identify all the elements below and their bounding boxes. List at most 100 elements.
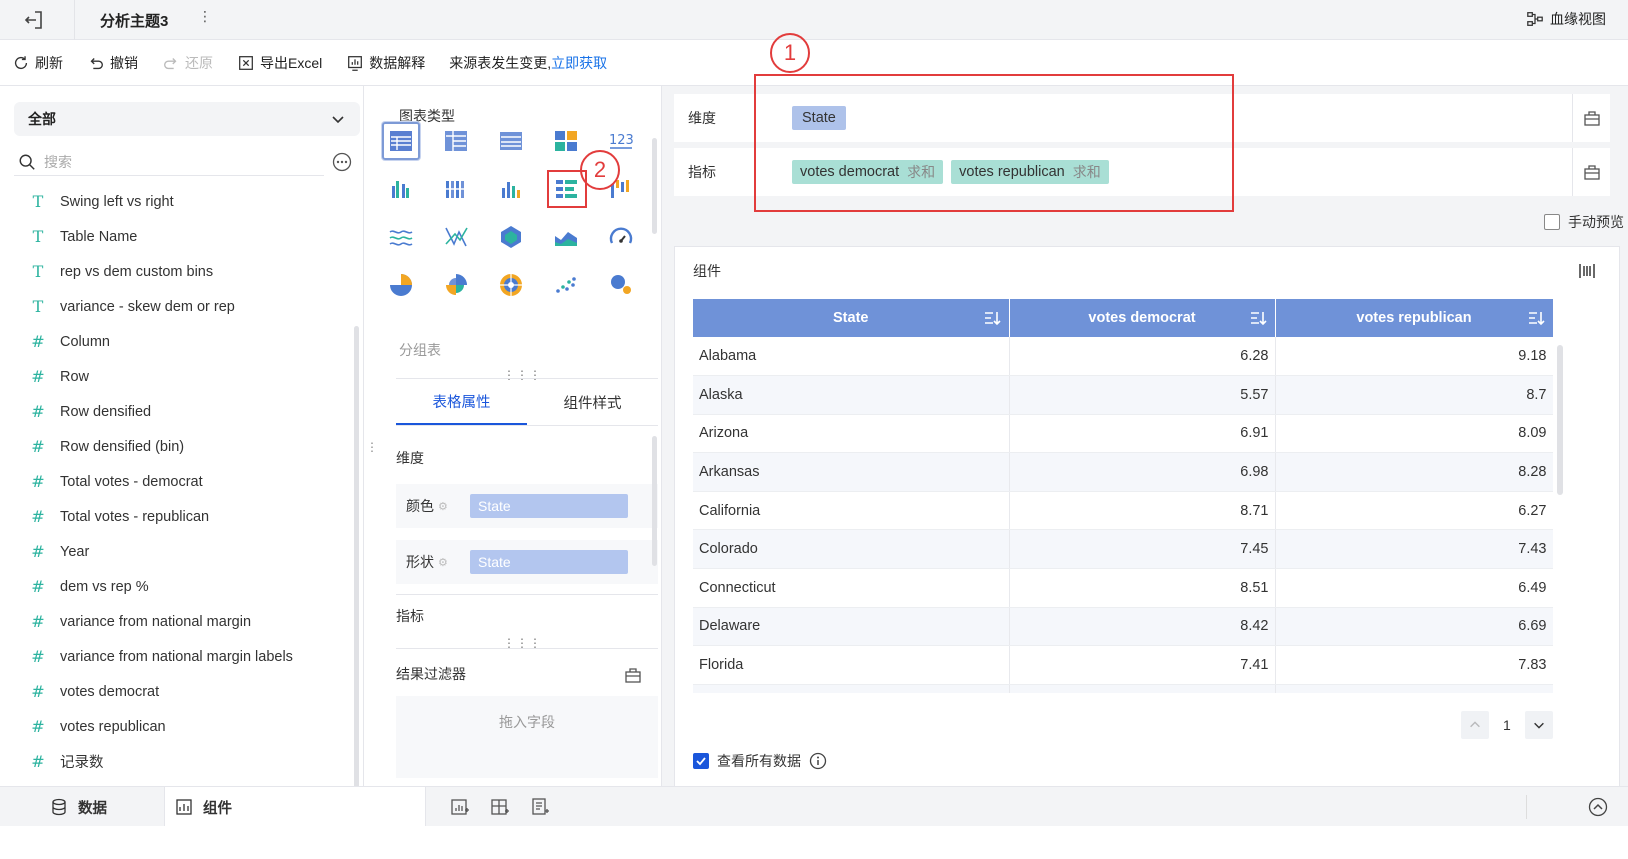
color-field-chip[interactable]: State (470, 494, 628, 518)
field-item[interactable]: Tvariance - skew dem or rep (30, 289, 350, 324)
shelf-settings-icon[interactable] (1572, 94, 1610, 142)
scatter-icon (556, 277, 576, 293)
data-explain-button[interactable]: 数据解释 (346, 53, 425, 73)
redo-button[interactable]: 还原 (162, 53, 213, 73)
field-item[interactable]: # Column (30, 324, 350, 359)
data-tab-label: 数据 (78, 800, 107, 817)
chart-type-kpi-card[interactable] (549, 124, 583, 158)
field-item[interactable]: # variance from national margin labels (30, 639, 350, 674)
manual-preview-checkbox[interactable] (1544, 214, 1560, 230)
field-item[interactable]: # 记录数 (30, 744, 350, 779)
table-chart-icon (390, 131, 412, 151)
sort-icon[interactable] (1527, 309, 1545, 327)
exit-icon[interactable] (22, 8, 46, 32)
chart-type-gauge[interactable] (604, 220, 638, 254)
chart-type-bar[interactable] (494, 172, 528, 206)
field-item[interactable]: T Swing left vs right (30, 184, 350, 219)
chart-type-bubble[interactable] (604, 268, 638, 302)
view-all-checkbox[interactable] (693, 753, 709, 769)
field-item[interactable]: # Row (30, 359, 350, 394)
manual-preview-toggle[interactable]: 手动预览 (1544, 212, 1624, 232)
field-name: votes democrat (60, 683, 160, 700)
tab-table-properties[interactable]: 表格属性 (396, 379, 527, 425)
more-options-icon[interactable] (332, 152, 352, 172)
search-input[interactable] (44, 153, 304, 170)
chevron-down-icon (332, 116, 344, 124)
chart-type-area[interactable] (549, 220, 583, 254)
field-item[interactable]: Trep vs dem custom bins (30, 254, 350, 289)
add-table-icon[interactable] (490, 797, 510, 817)
fetch-now-link[interactable]: 立即获取 (551, 55, 607, 71)
collapse-up-icon[interactable] (1588, 797, 1608, 817)
field-item[interactable]: # Year (30, 534, 350, 569)
filter-settings-icon[interactable] (624, 666, 642, 684)
config-tabs: 表格属性 组件样式 (396, 378, 658, 426)
value-cell: 6.28 (1009, 337, 1276, 377)
refresh-button[interactable]: 刷新 (12, 53, 63, 73)
prev-page-button[interactable] (1461, 711, 1489, 739)
chart-type-name: 分组表 (399, 342, 441, 358)
lineage-view-button[interactable]: 血缘视图 (1526, 9, 1606, 29)
chart-type-sunburst[interactable] (494, 268, 528, 302)
table-row: Arkansas 6.98 8.28 (693, 452, 1553, 492)
page-size-dropdown[interactable] (1524, 711, 1553, 739)
column-header[interactable]: State (693, 299, 1010, 337)
table-row: Colorado 7.45 7.43 (693, 529, 1553, 570)
bottom-tab-component[interactable]: 组件 (164, 787, 426, 827)
table-row (693, 684, 1553, 693)
tab-component-style[interactable]: 组件样式 (527, 379, 658, 425)
cross-line-icon (445, 227, 468, 247)
scope-select[interactable]: 全部 (14, 102, 360, 136)
chart-type-stacked-bar[interactable] (439, 172, 473, 206)
filter-drop-zone[interactable]: 拖入字段 (396, 696, 658, 778)
add-chart-icon[interactable] (450, 797, 470, 817)
field-name: variance from national margin (60, 613, 252, 630)
color-label: 颜色 ⚙ (406, 498, 448, 514)
settings-icon[interactable]: ⚙ (438, 500, 448, 513)
field-item[interactable]: # Total votes - republican (30, 499, 350, 534)
scrollbar[interactable] (354, 326, 359, 796)
settings-icon[interactable]: ⚙ (438, 556, 448, 569)
export-excel-button[interactable]: 导出Excel (237, 53, 322, 73)
field-item[interactable]: # votes democrat (30, 674, 350, 709)
lineage-icon (1527, 12, 1543, 26)
chart-type-detail[interactable] (494, 124, 528, 158)
chart-type-cross-line[interactable] (439, 220, 473, 254)
column-header[interactable]: votes republican (1275, 299, 1553, 337)
add-text-icon[interactable] (530, 797, 550, 817)
chart-type-scatter[interactable] (549, 268, 583, 302)
sort-icon[interactable] (983, 309, 1001, 327)
view-all-data-toggle[interactable]: 查看所有数据 (693, 751, 827, 771)
undo-button[interactable]: 撤销 (87, 53, 138, 73)
field-item[interactable]: # Total votes - democrat (30, 464, 350, 499)
chart-type-radar[interactable] (494, 220, 528, 254)
field-item[interactable]: # votes republican (30, 709, 350, 744)
field-item[interactable]: # Row densified (bin) (30, 429, 350, 464)
search-icon (19, 154, 35, 170)
column-header[interactable]: votes democrat (1009, 299, 1276, 337)
column-width-icon[interactable] (1577, 261, 1597, 281)
shape-property-row: 形状 ⚙ State (396, 540, 658, 584)
chart-type-rose[interactable] (439, 268, 473, 302)
pagination: 1 (1461, 711, 1553, 739)
scrollbar[interactable] (1557, 345, 1563, 495)
chart-type-pivot[interactable] (439, 124, 473, 158)
annotation-box-shelves (754, 74, 1234, 212)
chart-type-table[interactable] (382, 122, 420, 160)
field-item[interactable]: T Table Name (30, 219, 350, 254)
field-item[interactable]: # variance from national margin (30, 604, 350, 639)
scrollbar[interactable] (652, 436, 657, 566)
info-icon[interactable] (809, 752, 827, 770)
field-item[interactable]: # Row densified (30, 394, 350, 429)
bottom-tab-data[interactable]: 数据 (50, 787, 107, 827)
more-menu-icon[interactable]: ⋮ (198, 8, 212, 25)
chart-type-line[interactable] (384, 220, 418, 254)
shape-field-chip[interactable]: State (470, 550, 628, 574)
field-item[interactable]: # dem vs rep % (30, 569, 350, 604)
chart-type-grouped-bar[interactable] (384, 172, 418, 206)
scrollbar[interactable] (652, 138, 657, 234)
chart-type-pie[interactable] (384, 268, 418, 302)
shelf-settings-icon[interactable] (1572, 148, 1610, 196)
scope-value: 全部 (28, 111, 56, 127)
sort-icon[interactable] (1249, 309, 1267, 327)
